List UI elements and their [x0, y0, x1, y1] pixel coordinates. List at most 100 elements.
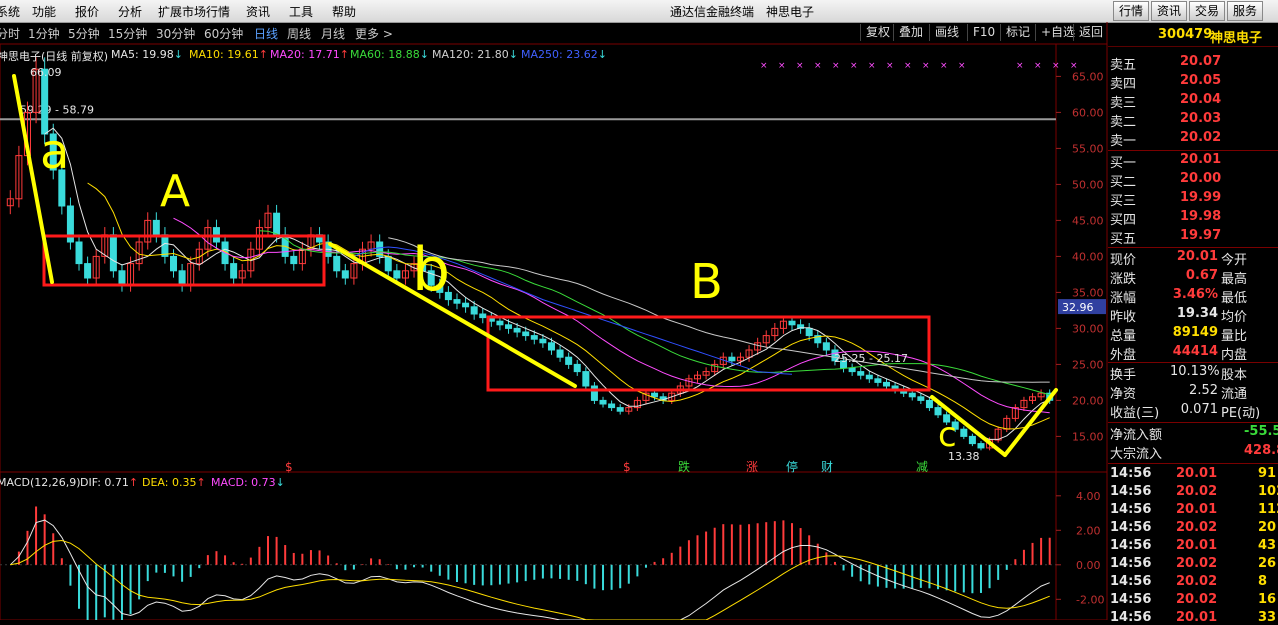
top-button-0[interactable]: 行情 [1113, 1, 1149, 21]
stock-code: 300479 [1158, 27, 1213, 42]
ma-legend-arrow: ↓ [508, 48, 518, 61]
ma-legend-4: MA120: 21.80↓ [432, 48, 518, 61]
candle-body [84, 263, 92, 279]
candle-body [505, 324, 513, 329]
ask-price: 20.04 [1180, 92, 1222, 107]
event-marker[interactable]: 减 [916, 460, 928, 474]
tick-volume: 26 [1258, 556, 1277, 571]
candle-body [273, 212, 281, 236]
tick-time: 14:56 [1110, 520, 1152, 535]
stat2-label: 换手 [1110, 368, 1137, 383]
candle-body [547, 342, 555, 351]
ma-legend-label: MA60: 18.88 [350, 48, 420, 61]
tick-price: 20.02 [1176, 574, 1218, 589]
tick-volume: 102 [1258, 484, 1278, 499]
bid-price: 19.99 [1180, 190, 1222, 205]
top-button-3[interactable]: 服务 [1227, 1, 1263, 21]
candle-body [152, 219, 160, 236]
stat-right-label: 均价 [1221, 310, 1248, 325]
macd-legend-1: DIF: 0.71↑ [80, 476, 138, 489]
flow-value: 428.8 [1244, 443, 1278, 458]
tick-volume: 33 [1258, 610, 1277, 625]
macd-legend-arrow: ↑ [196, 476, 206, 489]
tick-time: 14:56 [1110, 610, 1152, 625]
stat-right-label: 最低 [1221, 291, 1248, 306]
stat2-label: 净资 [1110, 387, 1137, 402]
candle-body [960, 428, 968, 437]
stat2-label: 收益(三) [1110, 406, 1160, 421]
tick-price: 20.01 [1176, 466, 1218, 481]
wave-letter-b: b [412, 235, 450, 305]
wave-letter-c: c [938, 415, 957, 455]
price-axis-label: 25.00 [1072, 358, 1104, 371]
event-marker[interactable]: 涨 [746, 459, 758, 474]
ma-legend-3: MA60: 18.88↓ [350, 48, 429, 61]
candle-body [75, 241, 83, 265]
price-axis-label: 45.00 [1072, 214, 1104, 227]
stat2-right-label: 股本 [1221, 368, 1248, 383]
candle-body [556, 349, 564, 358]
signal-marker: × [940, 61, 948, 71]
signal-marker: × [886, 61, 894, 71]
stat-value: 44414 [1172, 344, 1218, 359]
tick-time: 14:56 [1110, 574, 1152, 589]
chart-name: 神思电子(日线 前复权) [0, 50, 109, 63]
tick-time: 14:56 [1110, 538, 1152, 553]
stat-right-label: 最高 [1221, 272, 1248, 287]
flow-label: 净流入额 [1110, 428, 1163, 443]
candle-body [848, 367, 856, 373]
candle-body [290, 255, 298, 265]
dea-line [10, 539, 1050, 620]
tick-volume: 112 [1258, 502, 1278, 517]
candle-body [874, 378, 882, 383]
ma-legend-label: MA20: 17.71 [270, 48, 340, 61]
ma-legend-arrow: ↑ [339, 48, 349, 61]
signal-marker: × [868, 61, 876, 71]
ask-label: 卖四 [1110, 77, 1137, 92]
ma-legend-5: MA250: 23.62↓ [521, 48, 607, 61]
kline-chart[interactable]: 65.00 60.00 55.00 50.00 45.00 40.00 35.00 30.00… [0, 0, 1108, 620]
candle-body [917, 396, 925, 401]
book-divider [1108, 150, 1278, 151]
signal-marker: × [1052, 61, 1060, 71]
signal-marker: × [832, 61, 840, 71]
tick-volume: 8 [1258, 574, 1268, 589]
current-price-tag: 32.96 [1062, 301, 1094, 314]
top-button-1[interactable]: 资讯 [1151, 1, 1187, 21]
event-marker[interactable]: 跌 [678, 459, 690, 474]
event-marker[interactable]: 财 [821, 460, 833, 474]
candle-body [865, 374, 873, 380]
stat2-right-label: PE(动) [1221, 406, 1261, 421]
candle-body [599, 399, 607, 405]
low-label: 13.38 [948, 450, 980, 463]
price-axis-label: 30.00 [1072, 322, 1104, 335]
candle-body [616, 407, 624, 412]
signal-marker: × [1034, 61, 1042, 71]
tick-volume: 91 [1258, 466, 1277, 481]
ask-label: 卖三 [1110, 96, 1137, 111]
event-marker[interactable]: $ [285, 460, 293, 474]
event-marker[interactable]: 停 [786, 459, 798, 474]
macd-legend-arrow: ↓ [275, 476, 285, 489]
tick-price: 20.01 [1176, 610, 1218, 625]
stats2-divider [1108, 362, 1278, 363]
ask-price: 20.07 [1180, 54, 1222, 69]
candle-body [573, 363, 581, 373]
macd-legend-label: DEA: 0.35 [142, 476, 197, 489]
stat-value: 20.01 [1176, 249, 1218, 264]
bid-price: 19.98 [1180, 209, 1222, 224]
stat-label: 涨跌 [1110, 272, 1137, 287]
ticks-divider [1108, 463, 1278, 464]
ask-label: 卖五 [1110, 58, 1137, 73]
event-marker[interactable]: $ [623, 460, 631, 474]
macd-axis-label: 2.00 [1076, 524, 1101, 537]
price-axis-label: 65.00 [1072, 70, 1104, 83]
stat2-value: 2.52 [1189, 383, 1218, 398]
candle-body [170, 255, 178, 272]
tick-time: 14:56 [1110, 502, 1152, 517]
candle-body [934, 407, 942, 416]
signal-marker: × [814, 61, 822, 71]
top-button-2[interactable]: 交易 [1189, 1, 1225, 21]
price-axis-label: 20.00 [1072, 394, 1104, 407]
stat-value: 89149 [1172, 325, 1218, 340]
